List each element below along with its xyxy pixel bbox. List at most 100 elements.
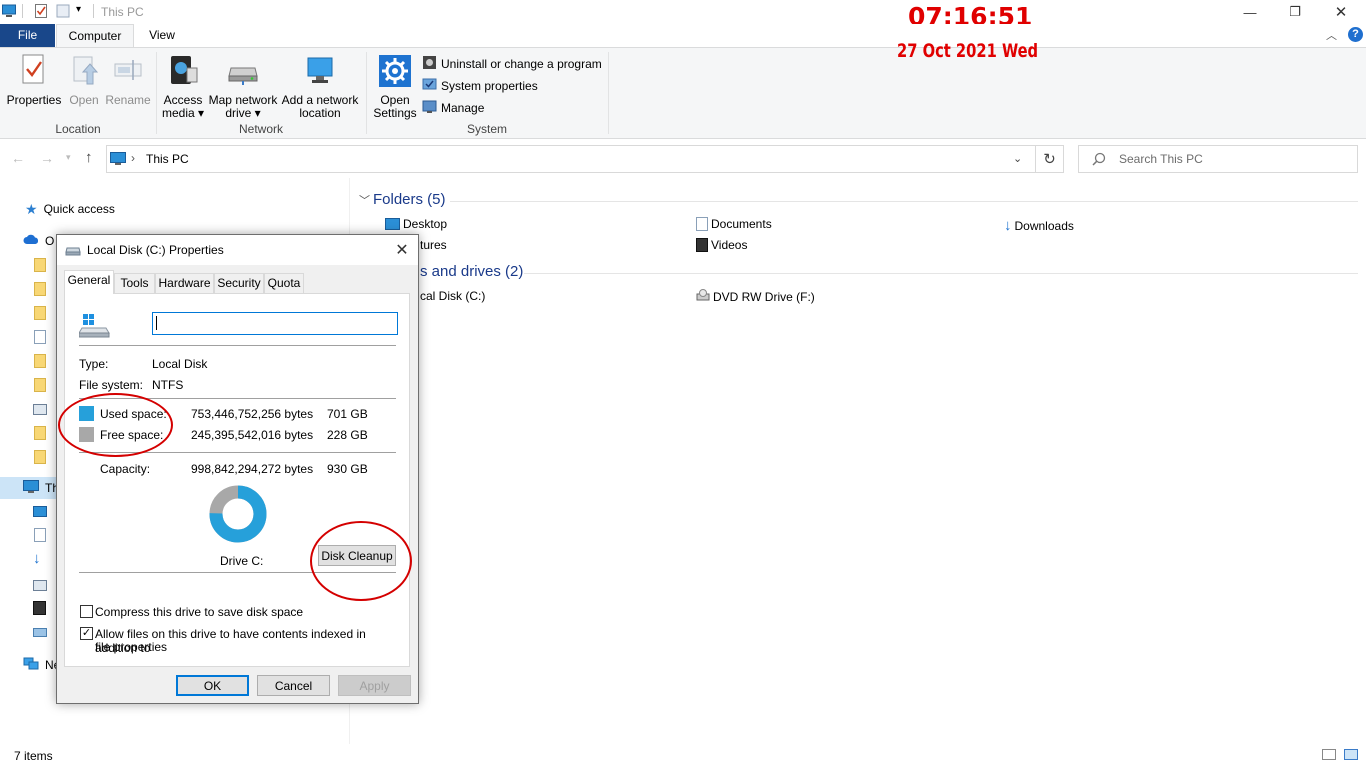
nav-onedrive[interactable]: O — [23, 230, 54, 252]
forward-arrow-icon[interactable]: → — [40, 150, 54, 166]
open-button[interactable]: Open — [64, 54, 104, 107]
this-pc-icon — [110, 151, 126, 170]
folder-icon[interactable] — [34, 306, 46, 320]
minimize-button[interactable]: — — [1227, 0, 1273, 24]
group-divider — [450, 201, 1358, 202]
address-bar[interactable]: › This PC ⌄ — [106, 145, 1036, 173]
manage-button[interactable]: Manage — [422, 99, 484, 117]
map-network-drive-button[interactable]: Map network drive ▾ — [206, 54, 280, 120]
tab-hardware[interactable]: Hardware — [155, 273, 214, 293]
access-media-button[interactable]: Access media ▾ — [160, 54, 206, 120]
annotation-ellipse-space — [58, 393, 173, 457]
nav-this-pc[interactable]: Th — [23, 477, 59, 499]
uninstall-icon — [422, 55, 437, 73]
folder-documents[interactable]: Documents — [696, 217, 772, 231]
folder-pictures[interactable]: tures — [420, 238, 447, 252]
capacity-gb: 930 GB — [327, 462, 368, 476]
tab-view[interactable]: View — [140, 24, 184, 47]
picture-icon[interactable] — [33, 404, 47, 415]
breadcrumb-this-pc[interactable]: This PC — [146, 152, 189, 166]
folders-group-header[interactable]: Folders (5) — [373, 191, 446, 208]
pictures-icon[interactable] — [33, 580, 47, 591]
tab-security[interactable]: Security — [214, 273, 264, 293]
add-network-location-button[interactable]: Add a network location — [280, 54, 360, 120]
back-arrow-icon[interactable]: ← — [11, 150, 25, 166]
restore-button[interactable]: ❐ — [1272, 0, 1318, 24]
drive-local-c[interactable]: cal Disk (C:) — [420, 289, 485, 303]
text-cursor — [156, 316, 157, 330]
folder-downloads[interactable]: ↓ Downloads — [1004, 217, 1074, 234]
collapse-folders-chevron-icon[interactable]: ﹀ — [359, 192, 370, 208]
navigation-row: ← → ▾ ↑ › This PC ⌄ ↻ Search This PC — [0, 140, 1366, 178]
item-count: 7 items — [14, 749, 53, 763]
refresh-button[interactable]: ↻ — [1036, 145, 1064, 173]
tab-quota[interactable]: Quota — [264, 273, 304, 293]
documents-icon — [696, 217, 708, 231]
large-icons-view-icon[interactable] — [1344, 749, 1358, 760]
nav-network[interactable]: Ne — [23, 654, 60, 676]
documents-icon[interactable] — [34, 528, 46, 542]
new-folder-quick-icon[interactable] — [56, 4, 70, 18]
folder-icon[interactable] — [34, 426, 46, 440]
uninstall-program-button[interactable]: Uninstall or change a program — [422, 55, 602, 73]
open-settings-button[interactable]: Open Settings — [370, 54, 420, 120]
rename-button[interactable]: Rename — [104, 54, 152, 107]
type-value: Local Disk — [152, 357, 208, 371]
settings-gear-icon — [370, 54, 420, 90]
folder-videos[interactable]: Videos — [696, 238, 747, 252]
divider — [93, 4, 94, 18]
details-view-icon[interactable] — [1322, 749, 1336, 760]
recent-locations-icon[interactable]: ▾ — [66, 152, 71, 163]
dialog-close-button[interactable]: ✕ — [386, 235, 418, 265]
tab-computer[interactable]: Computer — [56, 24, 134, 47]
folder-icon[interactable] — [34, 258, 46, 272]
type-label: Type: — [79, 357, 109, 371]
videos-icon[interactable] — [33, 601, 46, 615]
drives-group-header[interactable]: s and drives (2) — [420, 263, 523, 280]
properties-button[interactable]: Properties — [6, 54, 62, 107]
help-icon[interactable]: ? — [1348, 27, 1363, 42]
quick-access-label: Quick access — [43, 202, 115, 216]
window-title: This PC — [101, 5, 144, 19]
folder-icon[interactable] — [34, 354, 46, 368]
up-arrow-icon[interactable]: ↑ — [85, 149, 93, 166]
customize-quick-access-icon[interactable]: ▾ — [76, 4, 81, 15]
rename-icon — [104, 54, 152, 90]
apply-button[interactable]: Apply — [338, 675, 411, 696]
tab-tools[interactable]: Tools — [114, 273, 155, 293]
collapse-ribbon-icon[interactable]: ︿ — [1326, 27, 1337, 43]
document-icon[interactable] — [34, 330, 46, 344]
folder-icon[interactable] — [34, 282, 46, 296]
close-button[interactable]: ✕ — [1318, 0, 1364, 24]
downloads-icon[interactable]: ↓ — [33, 550, 41, 567]
group-divider — [524, 273, 1358, 274]
system-properties-button[interactable]: System properties — [422, 77, 538, 95]
media-icon — [160, 54, 206, 90]
drive-label-input[interactable] — [152, 312, 398, 335]
desktop-icon[interactable] — [33, 506, 47, 517]
file-system-value: NTFS — [152, 378, 184, 392]
cloud-icon — [23, 234, 39, 248]
tab-file[interactable]: File — [0, 24, 55, 47]
title-bar: ▾ This PC 07:16:51 — ❐ ✕ — [0, 0, 1366, 31]
tab-general[interactable]: General — [64, 270, 114, 294]
index-checkbox[interactable]: ✓ — [80, 627, 93, 640]
cancel-button[interactable]: Cancel — [257, 675, 330, 696]
search-box[interactable]: Search This PC — [1078, 145, 1358, 173]
documents-label: Documents — [711, 217, 772, 231]
drive-icon[interactable] — [33, 628, 47, 637]
drive-dvd-f[interactable]: DVD RW Drive (F:) — [696, 289, 815, 304]
breadcrumb-chevron-icon[interactable]: › — [131, 151, 135, 165]
folder-desktop[interactable]: Desktop — [385, 217, 447, 231]
local-disk-label: cal Disk (C:) — [420, 289, 486, 303]
properties-quick-icon[interactable] — [34, 4, 48, 18]
nav-quick-access[interactable]: ★ Quick access — [25, 198, 115, 220]
ribbon-tabs: File Computer View ︿ ? — [0, 24, 1366, 47]
ok-button[interactable]: OK — [176, 675, 249, 696]
folder-icon[interactable] — [34, 378, 46, 392]
compress-checkbox[interactable] — [80, 605, 93, 618]
drive-name-label: Drive C: — [220, 554, 264, 568]
folder-icon[interactable] — [34, 450, 46, 464]
status-bar: 7 items — [0, 744, 1366, 768]
address-history-chevron-icon[interactable]: ⌄ — [1013, 152, 1022, 165]
